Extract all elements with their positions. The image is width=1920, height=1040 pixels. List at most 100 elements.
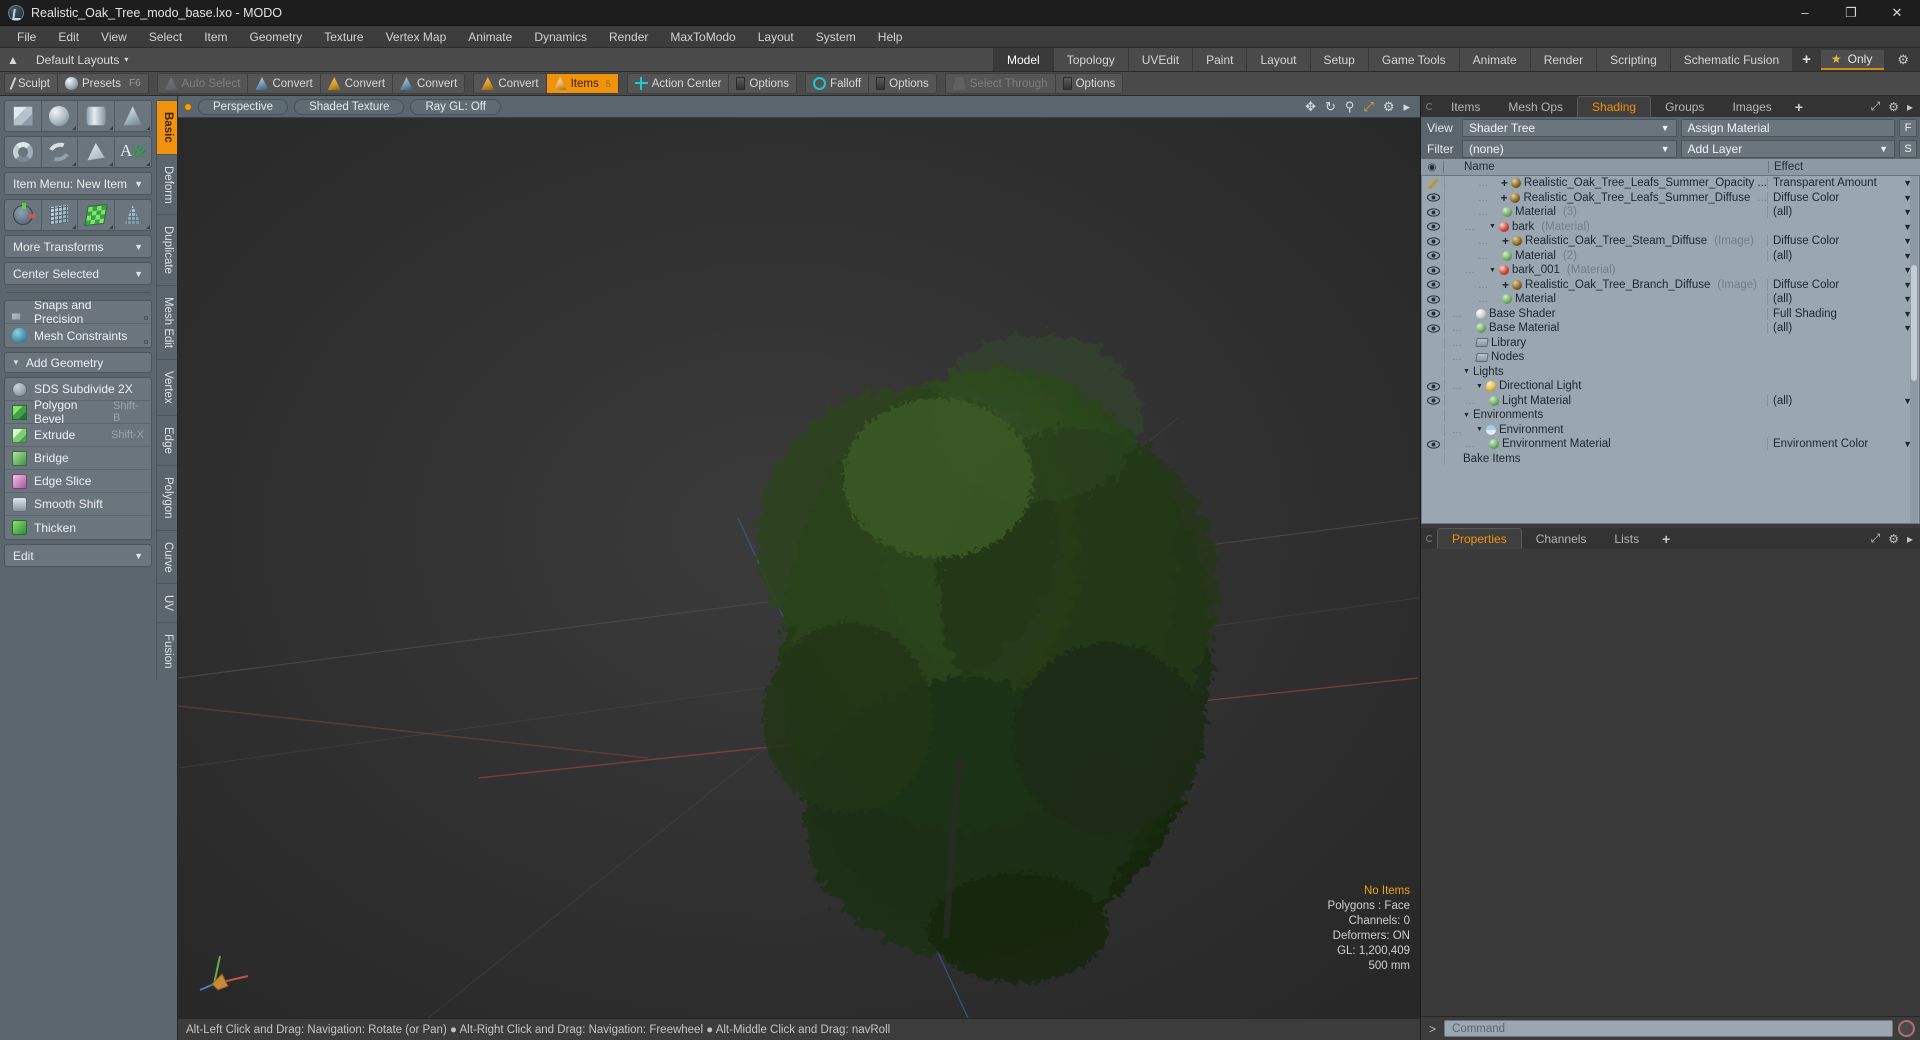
move-icon[interactable]: ✥ <box>1305 99 1316 115</box>
options-square-icon[interactable] <box>144 316 148 320</box>
add-layout-tab-button[interactable]: + <box>1792 48 1821 71</box>
shader-row-effect-cell[interactable]: Transparent Amount ▼ <box>1767 177 1919 190</box>
options-button[interactable]: Options <box>729 74 796 93</box>
polygon-tool[interactable] <box>78 137 115 167</box>
shader-row-effect-cell[interactable]: (all) ▼ <box>1767 249 1919 262</box>
close-button[interactable]: ✕ <box>1874 0 1920 26</box>
vertical-tab-fusion[interactable]: Fusion <box>156 622 177 680</box>
tile-expand-corner[interactable] <box>72 225 76 229</box>
tile-expand-corner[interactable] <box>108 126 113 130</box>
tile-expand-corner[interactable] <box>72 162 76 166</box>
maximize-button[interactable]: ❐ <box>1828 0 1874 26</box>
shader-tree-row[interactable]: … ▼ Directional Light <box>1422 379 1919 394</box>
menu-item-texture[interactable]: Texture <box>313 27 374 47</box>
tab-lists[interactable]: Lists <box>1600 528 1654 549</box>
eye-icon[interactable] <box>1422 324 1444 333</box>
layout-tab-setup[interactable]: Setup <box>1309 48 1368 71</box>
default-layouts-dropdown[interactable]: Default Layouts ▾ <box>26 48 138 71</box>
layout-tab-paint[interactable]: Paint <box>1192 48 1247 71</box>
options-button[interactable]: Options <box>869 74 936 93</box>
add-tab-button[interactable]: + <box>1653 528 1680 549</box>
vertical-tab-uv[interactable]: UV <box>156 583 177 623</box>
collapse-triangle-icon[interactable]: ▼ <box>1476 383 1483 390</box>
layout-tab-uvedit[interactable]: UVEdit <box>1127 48 1193 71</box>
menu-item-geometry[interactable]: Geometry <box>239 27 314 47</box>
assign-material-f-button[interactable]: F <box>1899 118 1917 137</box>
shader-row-effect-cell[interactable]: (all) ▼ <box>1767 206 1919 219</box>
vertical-tab-duplicate[interactable]: Duplicate <box>156 214 177 286</box>
viewport-shading-mode[interactable]: Shaded Texture <box>294 98 405 115</box>
shader-tree-row[interactable]: … Light Material (all) ▼ <box>1422 394 1919 409</box>
gear-icon[interactable]: ⚙ <box>1888 100 1899 114</box>
gear-icon[interactable]: ⚙ <box>1892 52 1914 68</box>
assign-material-button[interactable]: Assign Material <box>1680 118 1895 137</box>
vertical-tab-edge[interactable]: Edge <box>156 415 177 465</box>
bend-tool[interactable] <box>42 200 78 230</box>
shader-tree-row[interactable]: … Base Shader Full Shading ▼ <box>1422 307 1919 322</box>
axis-gizmo[interactable] <box>198 940 258 992</box>
shader-tree-row[interactable]: … Material (2) (all) ▼ <box>1422 249 1919 264</box>
layout-tab-schematic-fusion[interactable]: Schematic Fusion <box>1669 48 1793 71</box>
collapse-triangle-icon[interactable]: ▼ <box>1489 267 1496 274</box>
shader-tree-row[interactable]: … + Realistic_Oak_Tree_Steam_Diffuse (Image… <box>1422 234 1919 249</box>
menu-item-edit[interactable]: Edit <box>47 27 90 47</box>
tile-expand-corner[interactable] <box>146 126 150 130</box>
convert-button[interactable]: Convert <box>248 74 321 93</box>
vertical-tab-mesh-edit[interactable]: Mesh Edit <box>156 285 177 360</box>
viewport-raygl-toggle[interactable]: Ray GL: Off <box>410 98 501 115</box>
viewport-mode-perspective[interactable]: Perspective <box>198 98 289 115</box>
shader-tree-row[interactable]: … ▼ bark_001 (Material) ▼ <box>1422 263 1919 278</box>
shader-row-effect-cell[interactable]: (all) ▼ <box>1767 394 1919 407</box>
shader-row-effect-cell[interactable]: Diffuse Color ▼ <box>1767 278 1919 291</box>
menu-item-file[interactable]: File <box>6 27 47 47</box>
mesh-constraints-item[interactable]: Mesh Constraints <box>5 324 151 347</box>
shader-tree-row[interactable]: … ▼ Environment <box>1422 423 1919 438</box>
shader-tree-row[interactable]: … Material (all) ▼ <box>1422 292 1919 307</box>
vertical-tab-basic[interactable]: Basic <box>156 100 177 154</box>
shader-tree-row[interactable]: … Library <box>1422 336 1919 351</box>
menu-item-vertex-map[interactable]: Vertex Map <box>375 27 458 47</box>
tile-expand-corner[interactable] <box>146 162 150 166</box>
name-column-header[interactable]: Name <box>1443 161 1768 173</box>
add-layer-dropdown[interactable]: Add Layer ▼ <box>1680 139 1895 158</box>
brush-icon[interactable] <box>1422 177 1444 189</box>
smooth-shift-item[interactable]: Smooth Shift <box>5 493 151 516</box>
expand-plus-icon[interactable]: + <box>1500 191 1507 205</box>
only-toggle-button[interactable]: ★ Only <box>1820 49 1885 70</box>
tile-expand-corner[interactable] <box>108 225 113 229</box>
shader-tree-row[interactable]: … + Realistic_Oak_Tree_Branch_Diffuse (Imag… <box>1422 277 1919 293</box>
shader-tree-row[interactable]: ▼ Lights <box>1422 365 1919 380</box>
items-button[interactable]: Items 5 <box>546 74 618 93</box>
panel-menu-dot[interactable] <box>1421 96 1437 117</box>
shader-tree-row[interactable]: Bake Items <box>1422 452 1919 467</box>
gear-icon[interactable]: ⚙ <box>1888 532 1899 546</box>
panel-menu-dot[interactable] <box>1421 528 1437 549</box>
vertical-tab-curve[interactable]: Curve <box>156 529 177 584</box>
convert-button[interactable]: Convert <box>393 74 464 93</box>
cone-tool[interactable] <box>115 101 152 131</box>
shader-tree[interactable]: … + Realistic_Oak_Tree_Leafs_Summer_Opacit… <box>1421 176 1920 524</box>
eye-icon[interactable] <box>1422 295 1444 304</box>
eye-icon[interactable] <box>1422 440 1444 449</box>
tab-properties[interactable]: Properties <box>1437 528 1522 549</box>
eye-icon[interactable] <box>1422 309 1444 318</box>
add-tab-button[interactable]: + <box>1785 96 1812 117</box>
transform-tool[interactable] <box>5 200 42 230</box>
eye-icon[interactable] <box>1422 266 1444 275</box>
action-center-button[interactable]: Action Center <box>628 74 730 93</box>
convert-button[interactable]: Convert <box>474 74 547 93</box>
menu-item-dynamics[interactable]: Dynamics <box>523 27 598 47</box>
eye-icon[interactable] <box>1422 237 1444 246</box>
record-circle-icon[interactable] <box>1898 1020 1915 1037</box>
sphere-tool[interactable] <box>42 101 78 131</box>
expand-plus-icon[interactable]: + <box>1501 176 1508 190</box>
tab-shading[interactable]: Shading <box>1577 96 1652 117</box>
tab-mesh-ops[interactable]: Mesh Ops <box>1494 96 1578 117</box>
expand-plus-icon[interactable]: + <box>1502 234 1509 248</box>
twist-tool[interactable] <box>78 200 115 230</box>
layout-tab-topology[interactable]: Topology <box>1052 48 1128 71</box>
shader-tree-row[interactable]: … Base Material (all) ▼ <box>1422 321 1919 336</box>
select-through-button[interactable]: Select Through <box>946 74 1056 93</box>
sculpt-button[interactable]: Sculpt <box>5 74 58 93</box>
add-geometry-header[interactable]: ▼ Add Geometry <box>4 352 152 373</box>
